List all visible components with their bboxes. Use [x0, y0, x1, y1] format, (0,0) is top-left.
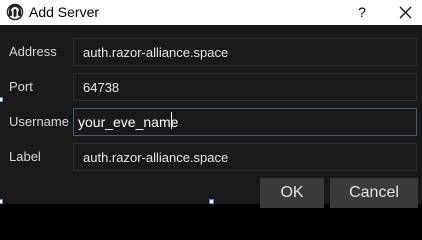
username-field[interactable]: [73, 108, 417, 136]
port-field[interactable]: [73, 73, 417, 101]
add-server-dialog: Address Port Username Label OK Cancel: [0, 25, 422, 208]
title-bar[interactable]: Add Server ?: [0, 0, 422, 25]
address-label: Address: [9, 44, 57, 59]
label-field[interactable]: [73, 143, 417, 171]
label-label: Label: [9, 149, 41, 164]
resize-handle-bottom-left[interactable]: [0, 199, 3, 204]
window-title: Add Server: [29, 4, 100, 20]
cancel-button[interactable]: Cancel: [330, 178, 418, 208]
ok-button[interactable]: OK: [260, 178, 324, 208]
username-label: Username: [9, 114, 69, 129]
close-icon[interactable]: [394, 0, 418, 25]
resize-handle-bottom[interactable]: [209, 199, 214, 204]
text-caret: [171, 112, 172, 129]
port-label: Port: [9, 79, 33, 94]
resize-handle-left[interactable]: [0, 97, 3, 102]
address-field[interactable]: [73, 38, 417, 66]
mumble-app-icon: [6, 3, 24, 21]
help-button[interactable]: ?: [350, 0, 374, 25]
